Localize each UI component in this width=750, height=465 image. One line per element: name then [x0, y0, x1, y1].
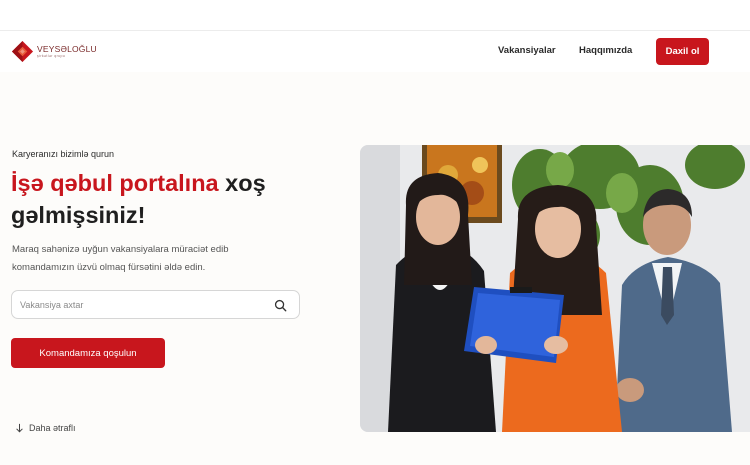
team-photo-illustration	[360, 145, 750, 432]
hero-eyebrow: Karyeranızı bizimlə qurun	[12, 149, 115, 159]
search-icon[interactable]	[274, 299, 287, 312]
arrow-down-icon	[16, 423, 23, 433]
team-photo	[360, 145, 750, 432]
hero-title-accent: İşə qəbul portalına	[11, 170, 219, 196]
brand-name: VEYSƏLOĞLU	[37, 44, 97, 54]
vacancy-search-input[interactable]	[20, 296, 270, 314]
hero-section: Karyeranızı bizimlə qurun İşə qəbul port…	[0, 72, 750, 465]
brand-logo[interactable]: VEYSƏLOĞLU şirkətlər qrupu	[11, 40, 97, 63]
nav-link-about[interactable]: Haqqımızda	[579, 45, 632, 56]
hero-description: Maraq sahənizə uyğun vakansiyalara mürac…	[12, 244, 229, 273]
login-button[interactable]: Daxil ol	[656, 38, 709, 65]
diamond-logo-icon	[11, 40, 34, 63]
learn-more-link[interactable]: Daha ətraflı	[15, 423, 76, 433]
hero-title-rest-1: xoş	[218, 170, 266, 196]
browser-top-strip	[0, 0, 750, 31]
hero-title-rest-2: gəlmişsiniz!	[11, 202, 146, 228]
join-team-button[interactable]: Komandamıza qoşulun	[11, 338, 165, 368]
nav-link-vacancies[interactable]: Vakansiyalar	[498, 45, 556, 56]
hero-title: İşə qəbul portalına xoş gəlmişsiniz!	[11, 167, 331, 231]
learn-more-label: Daha ətraflı	[29, 423, 76, 433]
brand-tagline: şirkətlər qrupu	[37, 54, 66, 58]
site-header: VEYSƏLOĞLU şirkətlər qrupu Vakansiyalar …	[0, 31, 750, 72]
vacancy-search-box	[11, 290, 300, 319]
